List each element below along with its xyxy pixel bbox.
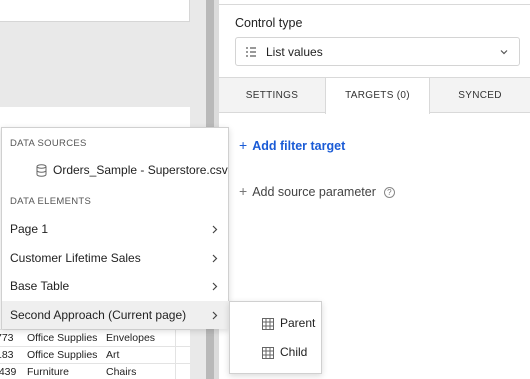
table-cell-id: 773 [0, 332, 14, 344]
menu-item-label: Second Approach (Current page) [10, 308, 187, 322]
help-icon[interactable]: ? [383, 187, 395, 198]
menu-item-page-1[interactable]: Page 1 [2, 215, 230, 243]
table-cell-subcategory: Art [106, 349, 120, 361]
table-cell-subcategory: Envelopes [106, 332, 156, 344]
target-source-menu: DATA SOURCES Orders_Sample - Superstore.… [1, 127, 230, 329]
table-column-divider [175, 329, 176, 379]
tab-targets[interactable]: TARGETS (0) [325, 78, 430, 114]
data-sources-header: DATA SOURCES [10, 138, 87, 149]
menu-item-label: Page 1 [10, 222, 49, 236]
table-row: 183 Office Supplies Art [0, 346, 190, 363]
data-elements-header: DATA ELEMENTS [10, 196, 92, 207]
table-cell-category: Office Supplies [27, 349, 98, 361]
submenu-item-label: Child [280, 345, 308, 359]
panel-tabs: SETTINGS TARGETS (0) SYNCED [219, 77, 530, 114]
submenu-item-child[interactable]: Child [230, 339, 323, 367]
menu-item-label: Base Table [10, 279, 70, 293]
chevron-right-icon [212, 254, 218, 263]
chevron-right-icon [212, 282, 218, 291]
table-icon [262, 318, 274, 330]
menu-item-second-approach[interactable]: Second Approach (Current page) [2, 301, 230, 329]
canvas-card-top [0, 0, 190, 22]
table-row: 773 Office Supplies Envelopes [0, 329, 190, 346]
table-cell-category: Furniture [27, 366, 70, 378]
control-type-value: List values [266, 45, 323, 59]
table-cell-id: 2439 [0, 366, 17, 378]
plus-icon: + [239, 183, 248, 199]
table-row: 2439 Furniture Chairs [0, 363, 190, 379]
control-type-select[interactable]: List values [235, 37, 520, 66]
plus-icon: + [239, 137, 248, 153]
tab-settings[interactable]: SETTINGS [219, 78, 325, 113]
chevron-right-icon [212, 225, 218, 234]
panel-divider [219, 4, 530, 5]
data-source-label: Orders_Sample - Superstore.csv [53, 163, 228, 177]
submenu-item-label: Parent [280, 316, 316, 330]
submenu-item-parent[interactable]: Parent [230, 310, 323, 338]
list-icon [246, 47, 256, 57]
table-icon [262, 347, 274, 359]
add-source-parameter-label: Add source parameter [252, 185, 376, 199]
menu-item-label: Customer Lifetime Sales [10, 251, 141, 265]
menu-item-data-source[interactable]: Orders_Sample - Superstore.csv [2, 157, 230, 183]
database-icon [36, 164, 47, 177]
table-cell-id: 183 [0, 349, 14, 361]
table-cell-category: Office Supplies [27, 332, 98, 344]
control-type-label: Control type [235, 16, 303, 30]
add-filter-target-label: Add filter target [252, 139, 346, 153]
second-approach-submenu: Parent Child [229, 301, 322, 374]
menu-item-base-table[interactable]: Base Table [2, 272, 230, 300]
add-filter-target-button[interactable]: + Add filter target [239, 137, 345, 153]
table-cell-subcategory: Chairs [106, 366, 137, 378]
chevron-down-icon [500, 50, 508, 55]
menu-item-customer-lifetime-sales[interactable]: Customer Lifetime Sales [2, 244, 230, 272]
chevron-right-icon [212, 311, 218, 320]
tab-synced[interactable]: SYNCED [430, 78, 530, 113]
add-source-parameter-button[interactable]: + Add source parameter? [239, 183, 395, 199]
data-table: 773 Office Supplies Envelopes 183 Office… [0, 329, 190, 379]
